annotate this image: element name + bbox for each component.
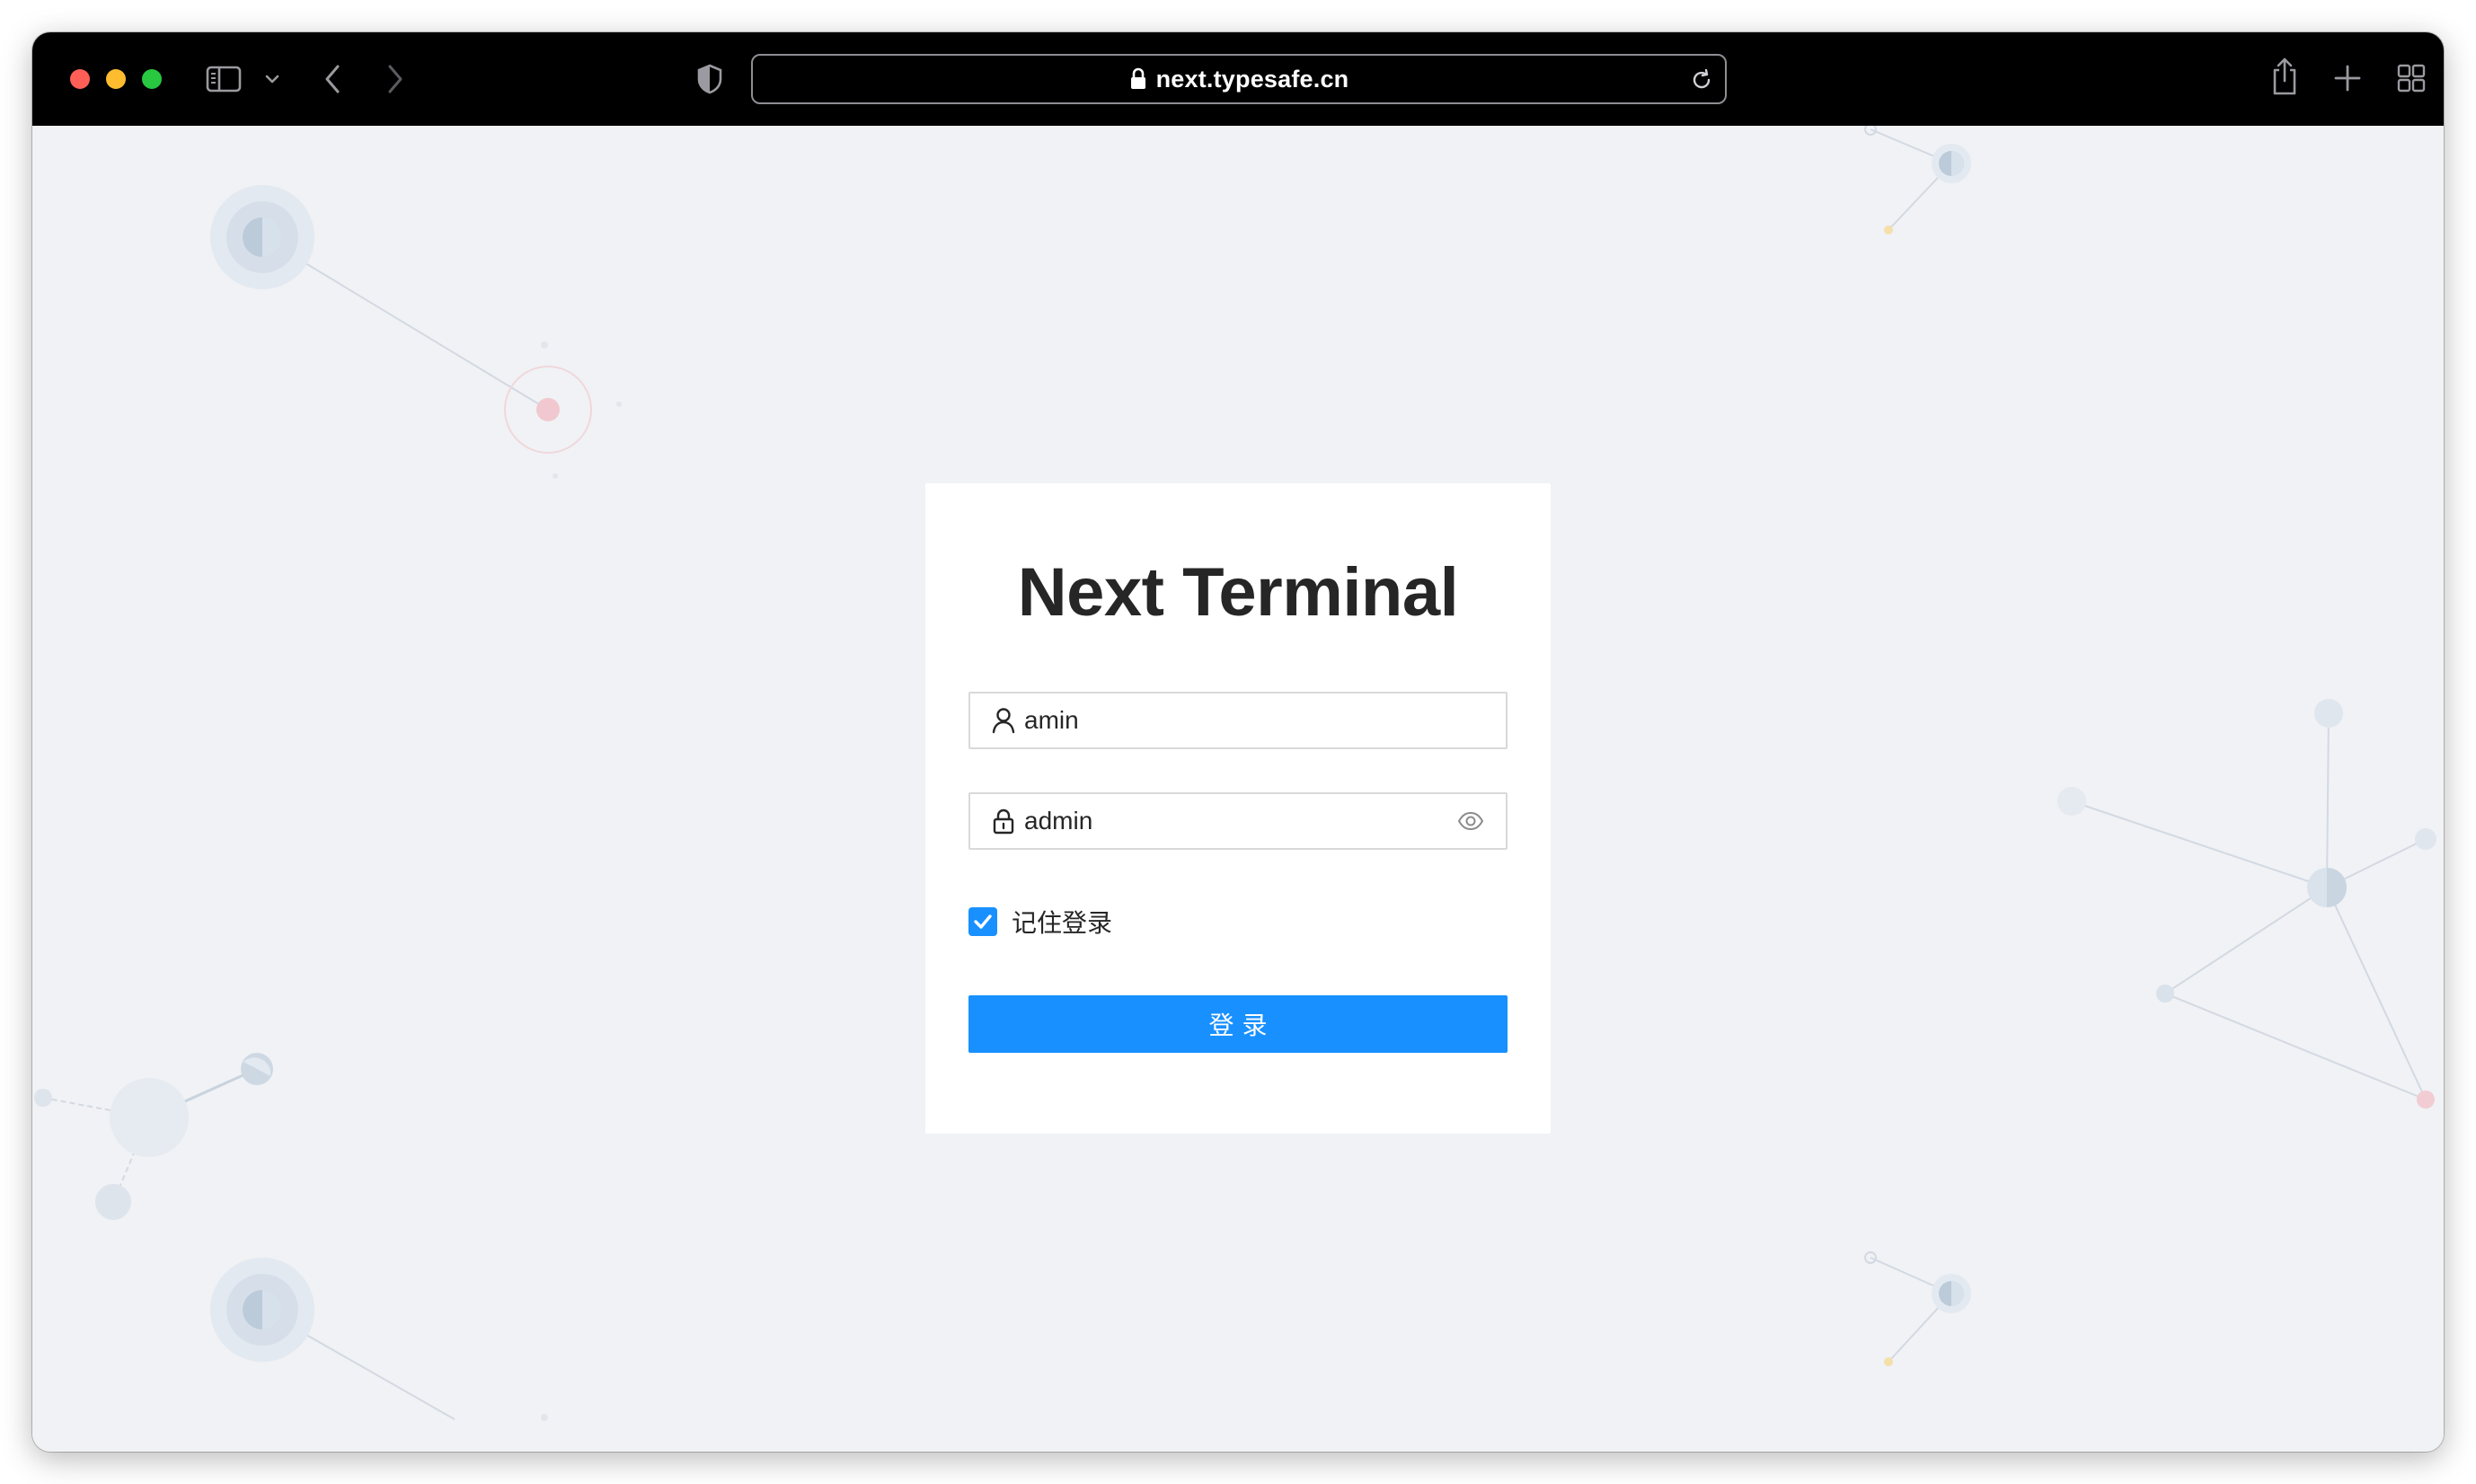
login-card: Next Terminal amin admin 记住登录 登 录 [925,483,1551,1134]
browser-window: next.typesafe.cn Next Terminal amin admi… [32,32,2444,1452]
username-field[interactable] [968,692,1508,749]
forward-icon[interactable] [385,63,406,95]
minimize-window-button[interactable] [106,69,126,89]
user-icon [992,708,1015,734]
password-input[interactable] [1024,803,1457,839]
zoom-window-button[interactable] [142,69,162,89]
new-tab-icon[interactable] [2332,63,2363,93]
chevron-down-icon[interactable] [264,72,280,86]
remember-login[interactable]: 记住登录 [968,905,1112,938]
page-content: Next Terminal amin admin 记住登录 登 录 [32,126,2444,1452]
url-text: next.typesafe.cn [1155,65,1349,93]
lock-icon [1130,67,1145,89]
login-title: Next Terminal [1017,554,1459,631]
username-input[interactable] [1024,702,1506,738]
check-icon [974,914,992,929]
password-field[interactable] [968,792,1508,850]
browser-toolbar: next.typesafe.cn [32,32,2444,126]
sidebar-icon[interactable] [206,65,242,93]
share-icon[interactable] [2269,56,2300,97]
lock-icon [993,808,1014,835]
address-bar[interactable]: next.typesafe.cn [751,54,1727,104]
login-button[interactable]: 登 录 [968,995,1508,1053]
reload-icon[interactable] [1689,67,1714,93]
shield-icon[interactable] [695,63,724,95]
remember-label: 记住登录 [1012,908,1113,938]
back-icon[interactable] [322,63,343,95]
eye-icon[interactable] [1457,811,1484,831]
tab-overview-icon[interactable] [2397,64,2426,93]
remember-checkbox[interactable] [968,907,997,936]
close-window-button[interactable] [70,69,90,89]
